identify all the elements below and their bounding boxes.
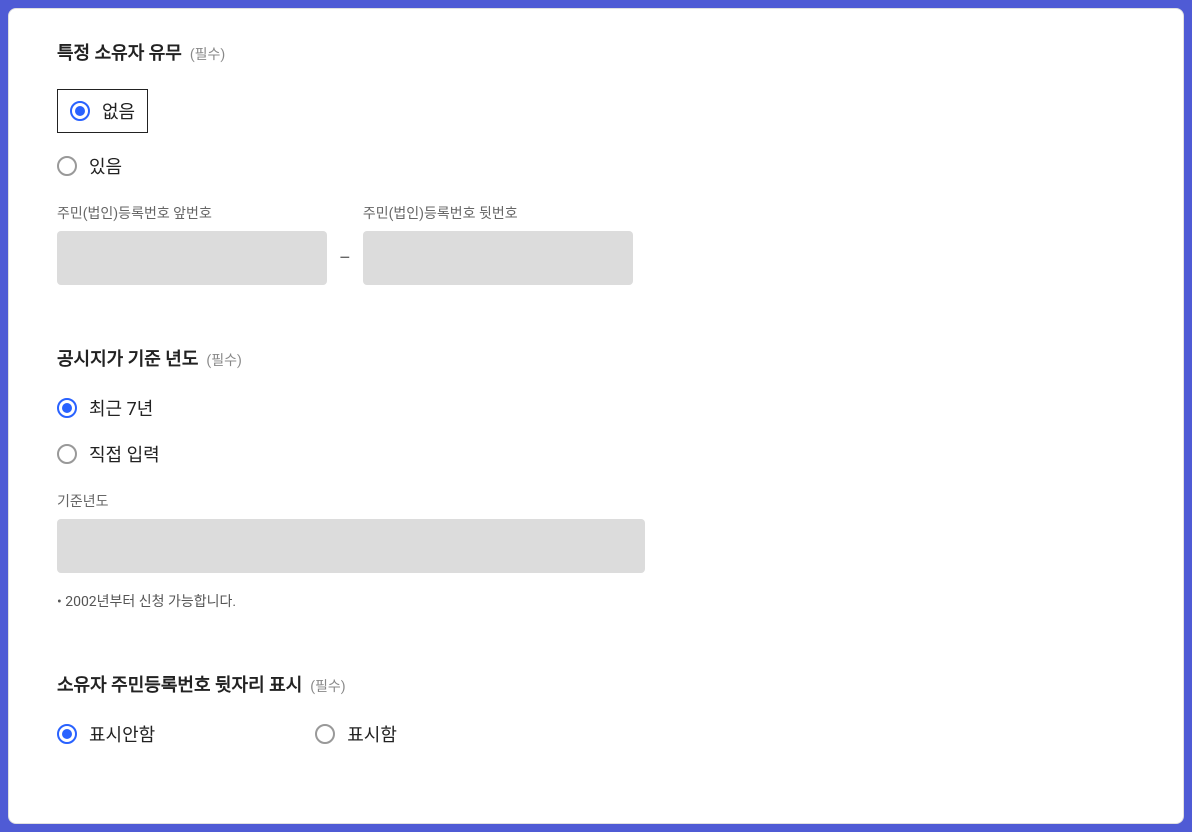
radio-dot	[62, 403, 72, 413]
radio-group-year: 최근 7년 직접 입력	[57, 395, 1135, 467]
required-tag: (필수)	[190, 47, 225, 63]
radio-icon	[57, 398, 77, 418]
radio-display-hide[interactable]: 표시안함	[57, 721, 155, 747]
radio-label: 없음	[102, 98, 135, 124]
section-title: 특정 소유자 유무	[57, 43, 182, 64]
section-header: 특정 소유자 유무 (필수)	[57, 39, 1135, 65]
radio-label: 직접 입력	[89, 441, 160, 467]
section-header: 소유자 주민등록번호 뒷자리 표시 (필수)	[57, 671, 1135, 697]
year-input[interactable]	[57, 519, 645, 573]
radio-display-show[interactable]: 표시함	[315, 721, 397, 747]
radio-owner-exists[interactable]: 있음	[57, 153, 1135, 179]
radio-icon	[57, 444, 77, 464]
required-tag: (필수)	[310, 679, 345, 695]
input-group-front: 주민(법인)등록번호 앞번호	[57, 203, 327, 285]
id-input-row: 주민(법인)등록번호 앞번호 – 주민(법인)등록번호 뒷번호	[57, 203, 1135, 285]
radio-year-direct[interactable]: 직접 입력	[57, 441, 1135, 467]
radio-group-display: 표시안함 표시함	[57, 721, 1135, 747]
radio-owner-none[interactable]: 없음	[57, 89, 148, 133]
section-title: 공시지가 기준 년도	[57, 349, 198, 370]
radio-icon	[315, 724, 335, 744]
section-title: 소유자 주민등록번호 뒷자리 표시	[57, 675, 302, 696]
section-price-year: 공시지가 기준 년도 (필수) 최근 7년 직접 입력 기준년도 2002년부터…	[57, 345, 1135, 611]
section-owner-id-display: 소유자 주민등록번호 뒷자리 표시 (필수) 표시안함 표시함	[57, 671, 1135, 747]
helper-text: 2002년부터 신청 가능합니다.	[57, 591, 1135, 611]
radio-year-recent7[interactable]: 최근 7년	[57, 395, 1135, 421]
input-label-year: 기준년도	[57, 491, 1135, 511]
radio-icon	[57, 724, 77, 744]
radio-label: 표시안함	[89, 721, 155, 747]
radio-group-owner: 없음 있음	[57, 89, 1135, 179]
radio-icon	[70, 101, 90, 121]
input-group-year: 기준년도	[57, 491, 1135, 573]
input-label-front: 주민(법인)등록번호 앞번호	[57, 203, 327, 223]
radio-label: 있음	[89, 153, 122, 179]
id-front-input[interactable]	[57, 231, 327, 285]
input-group-back: 주민(법인)등록번호 뒷번호	[363, 203, 633, 285]
section-header: 공시지가 기준 년도 (필수)	[57, 345, 1135, 371]
input-label-back: 주민(법인)등록번호 뒷번호	[363, 203, 633, 223]
id-back-input[interactable]	[363, 231, 633, 285]
radio-label: 최근 7년	[89, 395, 153, 421]
form-container: 특정 소유자 유무 (필수) 없음 있음 주민(법인)등록번호 앞번호 –	[8, 8, 1184, 824]
required-tag: (필수)	[206, 353, 241, 369]
radio-dot	[62, 729, 72, 739]
section-specific-owner: 특정 소유자 유무 (필수) 없음 있음 주민(법인)등록번호 앞번호 –	[57, 39, 1135, 285]
radio-icon	[57, 156, 77, 176]
radio-label: 표시함	[347, 721, 397, 747]
id-separator: –	[339, 248, 351, 285]
radio-dot	[75, 106, 85, 116]
